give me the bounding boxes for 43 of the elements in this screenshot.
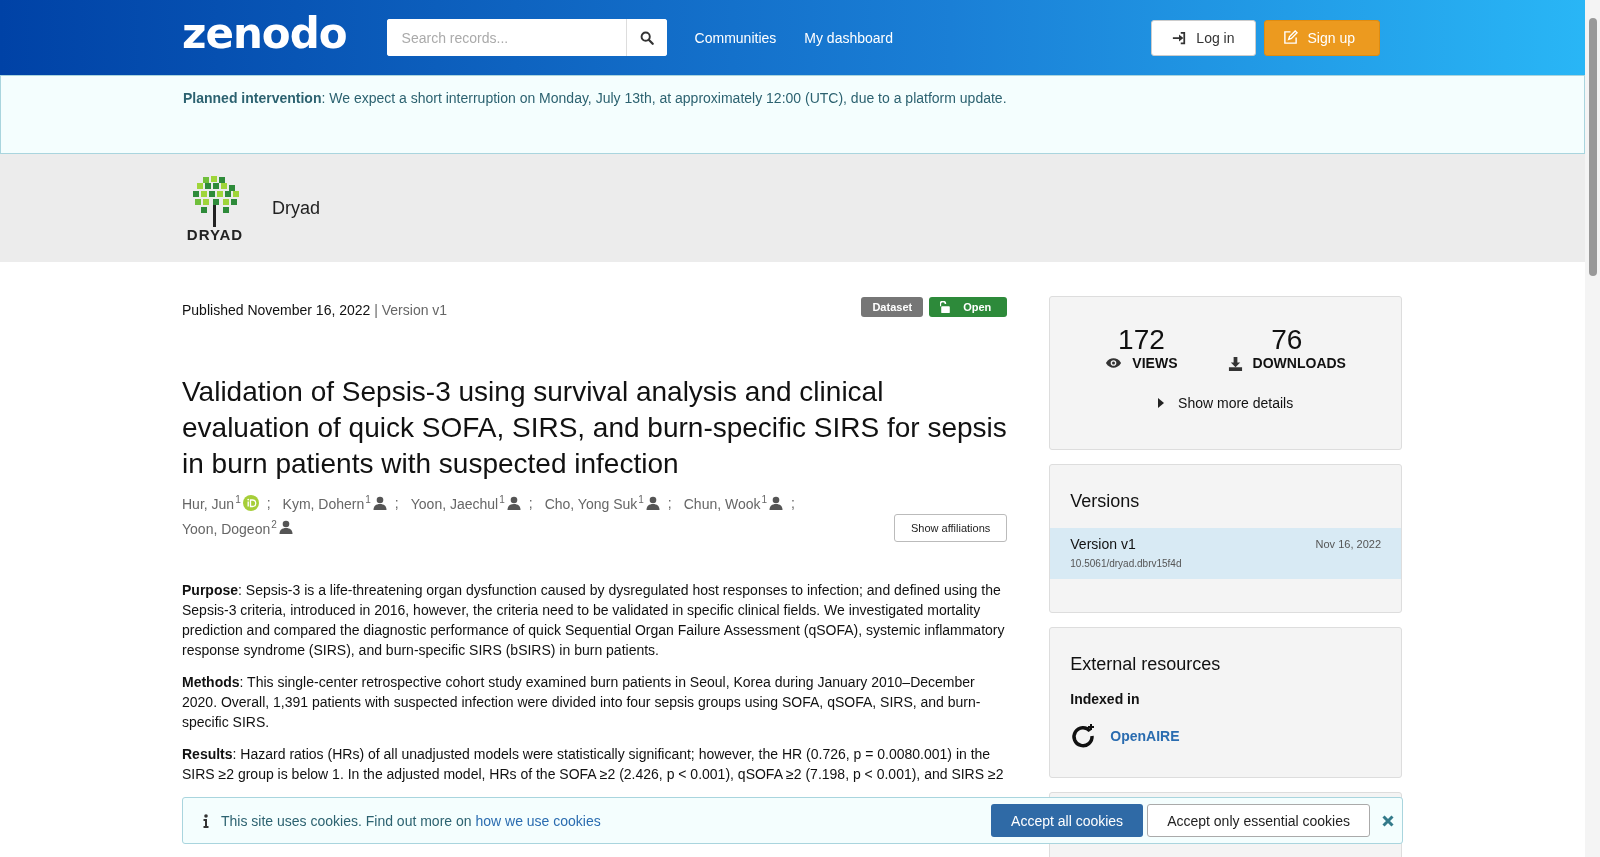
- access-badge: Open: [929, 297, 1008, 317]
- show-affiliations-button[interactable]: Show affiliations: [894, 514, 1008, 543]
- section-label: Indexed in: [1070, 691, 1141, 707]
- record-title: Validation of Sepsis-3 using survival analysis and clinical evaluation of quick SOFA, SIRS, and burn-specific SIRS for sepsis in burn patients with suspected infection: [182, 375, 1008, 481]
- card-title: External resources: [1070, 654, 1222, 675]
- author-name[interactable]: Hur, Jun$^{1}$: [182, 494, 241, 512]
- card-title: Versions: [1070, 491, 1141, 512]
- abstract-paragraph: Purpose: Sepsis-3 is a life-threatening organ dysfunction caused by dysregulated host responses to infection; and defined using the Sepsis-3 criteria, introduced in 2016, however, the criteria need to be validated in specific clinical fields. We investigated mortality prediction and compared the diagnostic performance of quick Sequential Organ Failure Assessment (qSOFA), systemic inflammatory response syndrome (SIRS), and burn-specific SIRS (bSIRS) in burn patients.: [182, 581, 1006, 661]
- author-name[interactable]: Yoon, Jaechul$^{1}$: [410, 494, 505, 512]
- logo-text: DRYAD: [186, 226, 244, 242]
- publication-date: Published November 16, 2022 | Version v1: [182, 302, 448, 318]
- abstract-paragraph: Results: Hazard ratios (HRs) of all unadjusted models were statistically significant; however, the HR (0.726, p = 0.0080.001) in the SIRS ≥2 group is below 1. In the adjusted model, HRs of the SOFA ≥2 (2.426, p < 0.001), qSOFA ≥2 (7.198, p < 0.001), and SIRS ≥2: [182, 745, 1005, 785]
- openaire-link[interactable]: OpenAIRE: [1110, 728, 1180, 744]
- type-badge: Dataset: [861, 297, 924, 317]
- version-item[interactable]: Version v1 Nov 16, 2022 10.5061/dryad.dbrv15f4d: [1050, 528, 1401, 579]
- cookie-policy-link[interactable]: how we use cookies: [475, 812, 601, 829]
- author-name[interactable]: Cho, Yong Suk$^{1}$: [544, 494, 644, 512]
- login-button[interactable]: Log in: [1151, 19, 1256, 56]
- stat-count: 172: [1118, 325, 1165, 355]
- version-doi: 10.5061/dryad.dbrv15f4d: [1070, 558, 1183, 569]
- separator: ;: [667, 494, 672, 511]
- author-name[interactable]: Kym, Dohern$^{1}$: [282, 494, 371, 512]
- stat-count: 76: [1271, 325, 1303, 355]
- cookie-text: This site uses cookies. Find out more on how we use cookies: [221, 812, 601, 829]
- notice-text: Planned intervention: We expect a short interruption on Monday, July 13th, at approximately 12:00 (UTC), due to a platform update.: [183, 90, 1008, 106]
- search-field[interactable]: Search records...: [386, 19, 667, 56]
- stat-label: DOWNLOADS: [1252, 355, 1346, 371]
- show-more-details[interactable]: Show more details: [1050, 395, 1401, 411]
- community-name[interactable]: Dryad: [272, 197, 320, 219]
- separator: ;: [791, 494, 795, 511]
- author-name[interactable]: Chun, Wook$^{1}$: [683, 494, 768, 512]
- accept-essential-button[interactable]: Accept only essential cookies: [1147, 804, 1370, 837]
- author-name[interactable]: Yoon, Dogeon$^{2}$: [182, 518, 277, 537]
- accept-all-button[interactable]: Accept all cookies: [991, 804, 1144, 837]
- version-date: Nov 16, 2022: [1315, 538, 1381, 550]
- site-logo[interactable]: zenodo: [182, 8, 351, 61]
- nav-link[interactable]: My dashboard: [804, 29, 894, 46]
- separator: ;: [394, 494, 399, 511]
- nav-link[interactable]: Communities: [694, 29, 777, 46]
- stat-label: VIEWS: [1132, 355, 1178, 371]
- separator: ;: [266, 494, 271, 511]
- separator: ;: [528, 494, 533, 511]
- abstract-paragraph: Methods: This single-center retrospective cohort study examined burn patients in Seoul, Korea during January 2010–December 2020. Overall, 1,391 patients with suspected infection were divided into four sepsis groups using SOFA, qSOFA, SIRS, and burn-specific SIRS.: [182, 673, 982, 733]
